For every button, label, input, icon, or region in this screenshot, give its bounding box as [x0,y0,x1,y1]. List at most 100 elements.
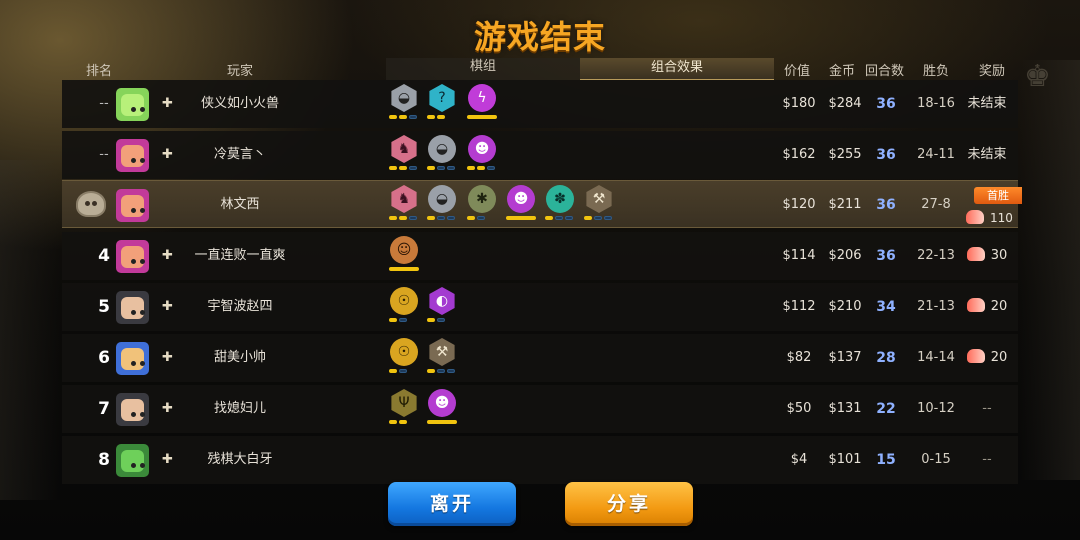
add-friend-icon[interactable]: ✚ [162,300,176,314]
reward-icon [966,210,984,224]
troll-icon: ☉ [390,287,418,315]
synergy-slot: ? [427,84,457,124]
rounds: 28 [876,350,896,366]
leave-button[interactable]: 离开 [388,482,516,526]
avatar [116,88,149,121]
rounds: 22 [876,401,896,417]
synergy-slot: ☻ [506,185,536,225]
synergy-slot: Ψ [389,389,419,429]
demon-icon: ☻ [507,185,535,213]
share-button[interactable]: 分享 [565,482,693,526]
gold: $206 [828,248,862,263]
avatar [116,189,149,222]
rounds: 36 [876,96,896,112]
gold: $284 [828,96,862,111]
avatar [116,393,149,426]
win-loss: 27-8 [921,197,951,212]
synergy-slot: ◐ [427,287,457,327]
synergy-slot: ☻ [427,389,457,429]
reward-icon [966,298,985,312]
add-friend-icon[interactable]: ✚ [162,351,176,365]
synergy-slot: ◒ [389,84,419,124]
synergy-slot: ⚒ [584,185,614,225]
gold: $210 [828,299,862,314]
ghost-icon [76,191,106,217]
avatar [116,444,149,477]
knight-icon: ♞ [391,185,417,213]
trident-icon: Ψ [391,389,417,417]
table-row[interactable]: 7 ✚ 找媳妇儿 Ψ ☻ $50 $131 22 10-12 -- [62,385,1018,433]
robot-icon: ◒ [428,185,456,213]
value: $162 [782,147,816,162]
table-row[interactable]: -- ✚ 侠义如小火兽 ◒ ? ϟ $180 $284 36 18-16 未结束 [62,80,1018,128]
add-friend-icon[interactable]: ✚ [162,453,176,467]
gold: $137 [828,350,862,365]
reward: -- [982,401,992,416]
player-name: 宇智波赵四 [207,299,273,314]
page-title: 游戏结束 [473,18,606,56]
robot-icon: ◒ [391,84,417,112]
robot-icon: ◒ [428,135,456,163]
table-row[interactable]: -- ✚ 冷莫言丶 ♞ ◒ ☻ $162 $255 36 24-11 未结束 [62,131,1018,179]
paw-icon: ✽ [546,185,574,213]
axe-icon: ⚒ [429,338,455,366]
add-friend-icon[interactable]: ✚ [162,148,176,162]
player-name: 侠义如小火兽 [200,96,279,111]
add-friend-icon[interactable]: ✚ [162,249,176,263]
table-row[interactable]: 6 ✚ 甜美小帅 ☉ ⚒ $82 $137 28 14-14 20 [62,334,1018,382]
table-row[interactable]: 5 ✚ 宇智波赵四 ☉ ◐ $112 $210 34 21-13 20 [62,283,1018,331]
goblin-icon: ☺ [390,236,418,264]
value: $82 [786,350,812,365]
reward: 110 [966,209,1022,227]
synergy-slot: ✱ [467,185,497,225]
background-decoration-left [0,160,60,500]
win-loss: 22-13 [917,248,955,263]
tab-group[interactable]: 棋组 [386,58,580,80]
header-player: 玩家 [227,64,254,79]
header-wl: 胜负 [923,64,950,79]
add-friend-icon[interactable]: ✚ [162,97,176,111]
gold: $101 [828,452,862,467]
mage-icon: ◐ [429,287,455,315]
demon-icon: ☻ [468,135,496,163]
synergy-slot: ☻ [467,135,497,175]
first-win-badge: 首胜 [974,187,1022,204]
reward-icon [966,349,985,363]
reward: 未结束 [967,96,1007,111]
win-loss: 10-12 [917,401,955,416]
header-rounds: 回合数 [865,64,905,79]
table-row[interactable]: 8 ✚ 残棋大白牙 $4 $101 15 0-15 -- [62,436,1018,484]
player-name: 找媳妇儿 [213,401,266,416]
player-name: 冷莫言丶 [213,147,266,162]
rounds: 15 [876,452,896,468]
beetle-icon: ✱ [468,185,496,213]
header-reward: 奖励 [979,64,1006,79]
table-row[interactable]: 4 ✚ 一直连败一直爽 ☺ $114 $206 36 22-13 30 [62,232,1018,280]
demon-icon: ☻ [428,389,456,417]
synergy-slot: ◒ [427,135,457,175]
player-name: 林文西 [220,197,260,212]
win-loss: 0-15 [921,452,951,467]
reward: -- [982,452,992,467]
player-name: 甜美小帅 [213,350,266,365]
rounds: 34 [876,299,896,315]
synergy-slot: ☉ [389,338,419,378]
table-header: 排名 玩家 棋组 组合效果 价值 金币 回合数 胜负 奖励 [62,58,1018,80]
win-loss: 14-14 [917,350,955,365]
gold: $211 [828,197,862,212]
avatar [116,291,149,324]
reward: 20 [962,334,1012,382]
synergy-slot: ☺ [389,236,419,276]
question-icon: ? [429,84,455,112]
synergy-slot: ♞ [389,185,419,225]
add-friend-icon[interactable]: ✚ [162,402,176,416]
tab-combo[interactable]: 组合效果 [580,58,774,80]
synergy-slot: ♞ [389,135,419,175]
table-row-self[interactable]: 林文西 ♞ ◒ ✱ ☻ ✽ ⚒ $120 $211 36 27-8 首胜 110 [62,180,1022,228]
avatar [116,342,149,375]
background-decoration-right [1020,60,1080,480]
value: $120 [782,197,816,212]
synergy-slot: ◒ [427,185,457,225]
value: $50 [786,401,812,416]
player-name: 一直连败一直爽 [194,248,286,263]
